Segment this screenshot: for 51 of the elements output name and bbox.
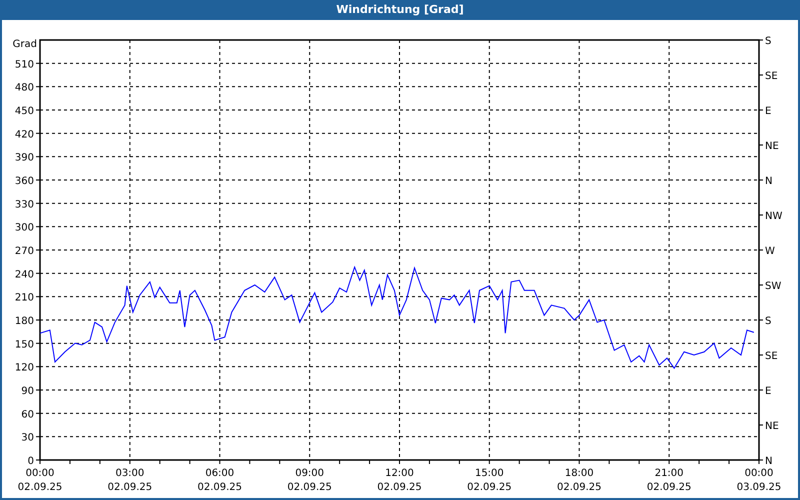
axis-label: 03:00: [115, 468, 144, 479]
axis-label: 00:00: [26, 468, 54, 479]
compass-label: E: [765, 106, 772, 117]
axis-label: 150: [14, 339, 34, 350]
date-label: 02.09.25: [18, 482, 62, 493]
window-title: Windrichtung [Grad]: [335, 2, 465, 18]
axis-label: 360: [14, 176, 34, 187]
axis-label: 510: [14, 59, 34, 70]
axis-label: 0: [28, 456, 34, 467]
axis-label: 90: [21, 386, 34, 397]
date-label: 03.09.25: [736, 482, 782, 493]
axis-label: 300: [14, 222, 34, 234]
axis-label: 12:00: [385, 468, 414, 479]
axis-label: 06:00: [205, 468, 234, 479]
axis-label: 390: [14, 152, 34, 164]
axis-label: 270: [14, 246, 34, 257]
axis-label: 210: [14, 292, 34, 304]
compass-label: NW: [765, 211, 782, 222]
axis-label: 30: [21, 432, 34, 444]
date-label: 02.09.25: [556, 482, 602, 493]
date-label: 02.09.25: [287, 482, 332, 493]
compass-label: NE: [765, 141, 779, 152]
axis-label: 240: [14, 269, 34, 280]
axis-label: 09:00: [295, 468, 324, 479]
compass-label: W: [765, 246, 775, 257]
compass-label: N: [765, 176, 772, 187]
compass-label: S: [765, 36, 772, 47]
axis-label: 120: [14, 362, 34, 374]
compass-label: S: [765, 316, 772, 327]
axis-label: 330: [14, 199, 34, 210]
axis-label: 21:00: [654, 468, 684, 479]
axis-label: 450: [14, 106, 34, 117]
axis-label: 180: [14, 316, 34, 327]
axis-label: 15:00: [474, 468, 504, 479]
date-label: 02.09.25: [467, 482, 512, 493]
date-label: 02.09.25: [377, 482, 422, 493]
axis-label: 60: [21, 409, 34, 420]
compass-label: SE: [765, 351, 778, 362]
axis-label: 420: [14, 129, 34, 140]
date-label: 02.09.25: [197, 482, 242, 493]
axis-label: 18:00: [564, 468, 594, 479]
axis-title: Grad: [12, 39, 37, 50]
compass-label: SE: [765, 71, 778, 82]
axis-label: 00:00: [744, 468, 774, 479]
date-label: 02.09.25: [646, 482, 692, 493]
compass-label: N: [765, 456, 772, 467]
compass-label: E: [765, 386, 772, 397]
axis-label: 480: [14, 82, 34, 94]
compass-label: SW: [765, 281, 782, 292]
compass-label: NE: [765, 421, 779, 432]
date-label: 02.09.25: [108, 482, 152, 493]
